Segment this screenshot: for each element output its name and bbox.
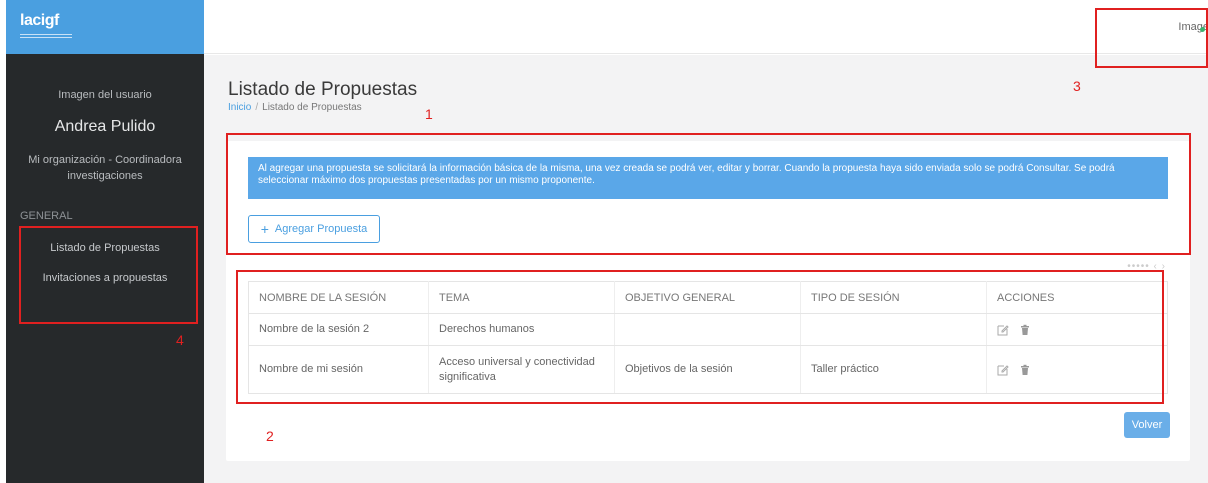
annotation-number-3: 3 [1073, 78, 1081, 94]
annotation-number-4: 4 [176, 332, 184, 348]
annotation-number-1: 1 [425, 106, 433, 122]
top-bar: Image [204, 0, 1208, 54]
main-content: Listado de Propuestas Inicio / Listado de … [204, 55, 1208, 483]
breadcrumb-separator: / [255, 102, 259, 113]
annotation-box-2 [236, 270, 1164, 404]
nav-section-general: GENERAL [20, 210, 73, 222]
user-organization: Mi organización - Coordinadora investiga… [28, 154, 182, 182]
annotation-box-1 [226, 133, 1191, 255]
annotation-number-2: 2 [266, 428, 274, 444]
user-image-placeholder: Imagen del usuario [58, 89, 152, 101]
back-button[interactable]: Volver [1124, 412, 1170, 438]
user-name: Andrea Pulido [54, 118, 156, 135]
logo-bar: lacigf [6, 0, 204, 54]
annotation-box-4 [19, 226, 198, 324]
breadcrumb-home-link[interactable]: Inicio [228, 102, 251, 113]
logo-tagline [20, 34, 72, 40]
breadcrumb-current: Listado de Propuestas [262, 102, 362, 113]
logo[interactable]: lacigf [20, 12, 59, 30]
breadcrumb: Inicio / Listado de Propuestas [228, 102, 362, 113]
page-title: Listado de Propuestas [228, 79, 418, 100]
annotation-box-3 [1095, 8, 1208, 68]
